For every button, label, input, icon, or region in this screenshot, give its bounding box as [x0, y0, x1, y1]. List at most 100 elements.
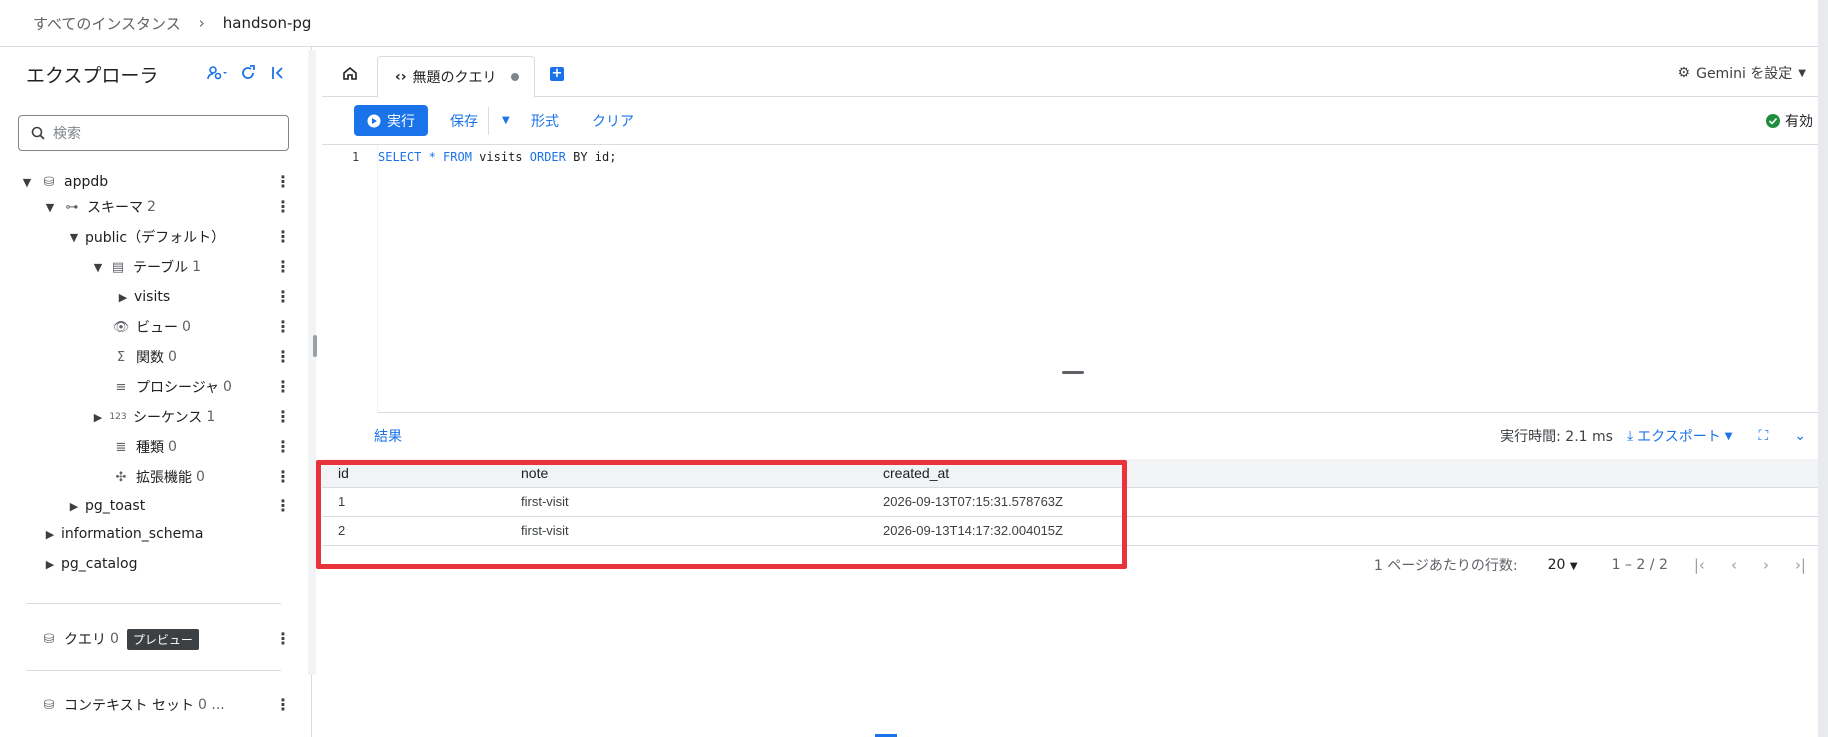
queries-section[interactable]: ⛁ クエリ 0 プレビュー ⋮ — [0, 626, 300, 652]
extension-icon: ✣ — [115, 469, 127, 485]
context-label: コンテキスト セット — [64, 698, 195, 714]
tree-item-views[interactable]: 👁 ビュー 0 ⋮ — [0, 314, 300, 340]
tree-item-types[interactable]: ≣ 種類 0 ⋮ — [0, 434, 300, 460]
caret-right-icon[interactable]: ▶ — [67, 500, 81, 513]
collapse-panel-icon[interactable] — [265, 60, 291, 86]
tree-item-information-schema[interactable]: ▶ information_schema — [0, 521, 300, 547]
fullscreen-icon[interactable]: ⛶ — [1758, 428, 1768, 444]
resize-handle[interactable] — [313, 335, 317, 357]
more-vert-icon[interactable]: ⋮ — [275, 349, 291, 365]
table-row[interactable]: 1 first-visit 2026-09-13T07:15:31.578763… — [322, 487, 1818, 517]
more-vert-icon[interactable]: ⋮ — [275, 409, 291, 425]
tree-item-tables[interactable]: ▼ ▤ テーブル 1 ⋮ — [0, 254, 300, 280]
caret-right-icon[interactable]: ▶ — [43, 558, 57, 571]
explorer-search[interactable] — [18, 115, 289, 151]
more-vert-icon[interactable]: ⋮ — [275, 469, 291, 485]
tree-item-sequences[interactable]: ▶ 123 シーケンス 1 ⋮ — [0, 404, 300, 430]
tree-count: 0 — [223, 379, 232, 395]
caret-down-icon[interactable]: ▼ — [20, 176, 34, 189]
download-icon: ⤓ — [1626, 428, 1634, 444]
next-page-icon[interactable]: › — [1763, 556, 1769, 574]
tree-label: テーブル — [133, 260, 189, 276]
more-vert-icon[interactable]: ⋮ — [275, 174, 291, 190]
context-icon: ⛁ — [43, 697, 55, 713]
tree-label: pg_catalog — [61, 556, 138, 572]
tab-results[interactable]: 結果 — [374, 426, 402, 446]
context-set-section[interactable]: ⛁ コンテキスト セット 0 ... ⋮ — [0, 692, 300, 718]
page-range: 1 – 2 / 2 — [1611, 557, 1668, 573]
tree-label: visits — [134, 289, 171, 305]
more-vert-icon[interactable]: ⋮ — [275, 697, 291, 713]
tree-label: ビュー — [136, 320, 178, 336]
more-vert-icon[interactable]: ⋮ — [275, 229, 291, 245]
more-vert-icon[interactable]: ⋮ — [275, 319, 291, 335]
explorer-title: エクスプローラ — [26, 65, 159, 87]
search-input[interactable] — [53, 125, 273, 141]
tree-item-public[interactable]: ▼ public（デフォルト） ⋮ — [0, 224, 300, 250]
tree-item-appdb[interactable]: ▼ ⛁ appdb ⋮ — [0, 169, 300, 195]
tree-label: information_schema — [61, 526, 204, 542]
caret-down-icon[interactable]: ▼ — [67, 231, 81, 244]
tree-label: appdb — [64, 174, 109, 190]
more-vert-icon[interactable]: ⋮ — [275, 379, 291, 395]
export-button[interactable]: ⤓ エクスポート ▼ — [1627, 426, 1733, 446]
caret-right-icon[interactable]: ▶ — [116, 291, 130, 304]
tree-label: 種類 — [136, 440, 164, 456]
sigma-icon: Σ — [116, 349, 126, 365]
divider — [26, 670, 281, 671]
caret-down-icon: ▼ — [1724, 430, 1733, 442]
breadcrumb-all-instances[interactable]: すべてのインスタンス — [33, 13, 181, 34]
tree-item-visits[interactable]: ▶ visits ⋮ — [0, 284, 300, 310]
tree-item-extensions[interactable]: ✣ 拡張機能 0 ⋮ — [0, 464, 300, 490]
table-row[interactable]: 2 first-visit 2026-09-13T14:17:32.004015… — [322, 516, 1818, 546]
explorer-sidebar: エクスプローラ ▼ ⛁ appdb ⋮ ▼ ⊶ スキーマ 2 ⋮ ▼ publi… — [0, 47, 312, 737]
tree-count: 0 — [168, 439, 177, 455]
rows-per-page-label: 1 ページあたりの行数: — [1373, 558, 1518, 574]
caret-down-icon[interactable]: ▼ — [91, 261, 105, 274]
more-vert-icon[interactable]: ⋮ — [275, 199, 291, 215]
manage-users-icon[interactable] — [205, 60, 231, 86]
table-cell: 2026-09-13T14:17:32.004015Z — [867, 516, 1818, 546]
first-page-icon[interactable]: |‹ — [1694, 556, 1705, 574]
more-vert-icon[interactable]: ⋮ — [275, 259, 291, 275]
procedure-icon: ≡ — [115, 379, 127, 395]
more-vert-icon[interactable]: ⋮ — [275, 498, 291, 514]
tree-item-pg-toast[interactable]: ▶ pg_toast ⋮ — [0, 493, 300, 519]
more-vert-icon[interactable]: ⋮ — [275, 631, 291, 647]
queries-count: 0 — [110, 631, 119, 647]
caret-down-icon: ▼ — [1569, 561, 1578, 572]
table-cell: 2 — [322, 516, 505, 546]
rows-per-page-select[interactable]: 20 ▼ — [1548, 557, 1578, 573]
tree-item-procedures[interactable]: ≡ プロシージャ 0 ⋮ — [0, 374, 300, 400]
caret-down-icon[interactable]: ▼ — [43, 201, 57, 214]
results-actions: 実行時間: 2.1 ms ⤓ エクスポート ▼ ⛶ ⌄ — [1500, 426, 1806, 446]
rows-per-page-value: 20 — [1547, 557, 1566, 573]
caret-right-icon[interactable]: ▶ — [91, 411, 105, 424]
column-header[interactable]: created_at — [867, 459, 1818, 488]
tree-item-schema[interactable]: ▼ ⊶ スキーマ 2 ⋮ — [0, 194, 300, 220]
refresh-icon[interactable] — [235, 60, 261, 86]
prev-page-icon[interactable]: ‹ — [1731, 556, 1737, 574]
queries-label: クエリ — [64, 632, 106, 648]
column-header[interactable]: id — [322, 459, 505, 488]
tree-label: シーケンス — [133, 410, 203, 426]
tree-item-functions[interactable]: Σ 関数 0 ⋮ — [0, 344, 300, 370]
tree-count: 0 — [196, 469, 205, 485]
breadcrumb: すべてのインスタンス › handson-pg — [0, 0, 1828, 47]
preview-badge: プレビュー — [126, 628, 199, 650]
tree-count: 0 — [168, 349, 177, 365]
sidebar-scrollbar[interactable] — [308, 50, 316, 675]
table-cell: first-visit — [505, 487, 867, 517]
pagination: 1 ページあたりの行数: 20 ▼ 1 – 2 / 2 |‹ ‹ › ›| — [1374, 555, 1806, 575]
more-vert-icon[interactable]: ⋮ — [275, 439, 291, 455]
chevron-down-icon[interactable]: ⌄ — [1794, 428, 1806, 444]
tree-item-pg-catalog[interactable]: ▶ pg_catalog — [0, 551, 300, 577]
more-vert-icon[interactable]: ⋮ — [275, 289, 291, 305]
schema-icon: ⊶ — [65, 199, 79, 215]
column-header[interactable]: note — [505, 459, 867, 488]
tree-label: プロシージャ — [136, 380, 220, 396]
last-page-icon[interactable]: ›| — [1795, 556, 1806, 574]
export-label: エクスポート — [1637, 429, 1721, 445]
tree-label: 拡張機能 — [136, 470, 192, 486]
caret-right-icon[interactable]: ▶ — [43, 528, 57, 541]
